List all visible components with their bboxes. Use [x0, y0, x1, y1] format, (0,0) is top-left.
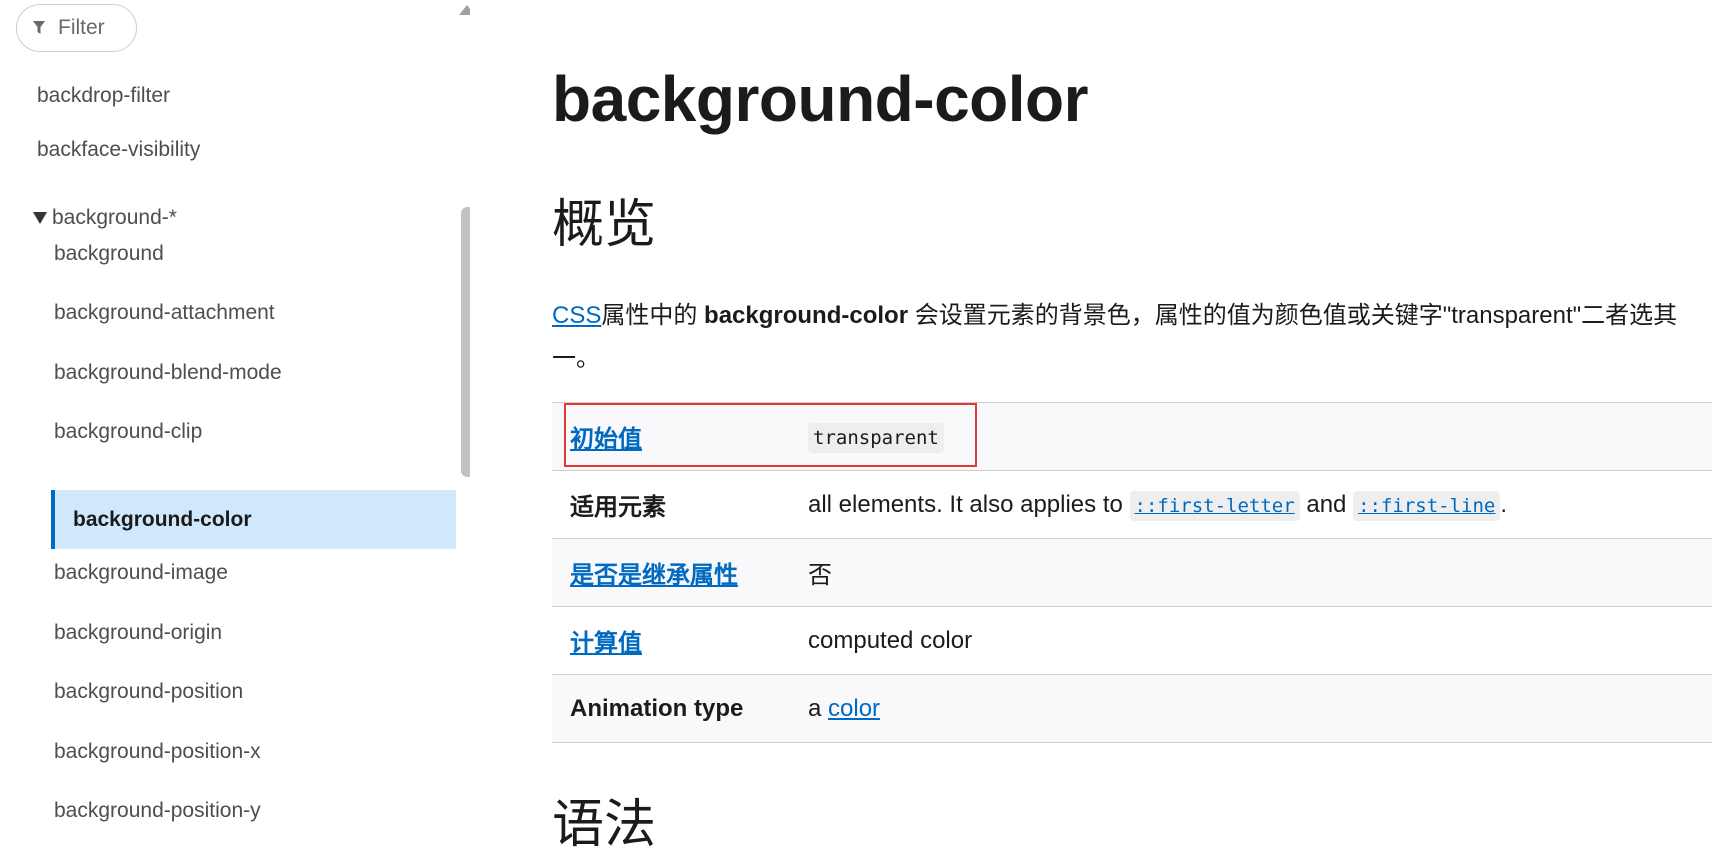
- sidebar-group-label: background-*: [52, 206, 177, 229]
- sidebar-item-background-blend-mode[interactable]: background-blend-mode: [54, 361, 282, 385]
- table-row-inherited: 是否是继承属性 否: [552, 538, 1712, 607]
- sidebar-item-backface-visibility[interactable]: backface-visibility: [37, 138, 200, 162]
- filter-icon: [33, 21, 45, 34]
- applies-to-text-2: and: [1299, 490, 1354, 518]
- initial-value-link[interactable]: 初始值: [570, 426, 642, 453]
- first-letter-link[interactable]: ::first-letter: [1129, 490, 1300, 521]
- table-row-applies-to: 适用元素 all elements. It also applies to ::…: [552, 470, 1712, 539]
- sidebar-group-background[interactable]: background-*: [33, 206, 177, 230]
- computed-value-link[interactable]: 计算值: [570, 630, 642, 657]
- applies-to-text-3: .: [1500, 490, 1508, 518]
- filter-placeholder: Filter: [58, 16, 105, 39]
- inherited-value: 否: [808, 538, 1712, 607]
- applies-to-text-1: all elements. It also applies to: [808, 490, 1130, 518]
- animation-prefix: a: [808, 694, 829, 722]
- sidebar-item-background-clip[interactable]: background-clip: [54, 420, 202, 444]
- sidebar-item-background-position-x[interactable]: background-position-x: [54, 740, 261, 764]
- properties-table: 初始值 transparent 适用元素 all elements. It al…: [552, 402, 1712, 743]
- main-content: background-color 概览 CSS属性中的 background-c…: [552, 0, 1728, 855]
- sidebar-item-background-color[interactable]: background-color: [51, 490, 456, 549]
- scroll-up-arrow-icon[interactable]: [459, 5, 470, 15]
- sidebar-item-background-position-y[interactable]: background-position-y: [54, 799, 261, 823]
- sidebar-item-background-image[interactable]: background-image: [54, 561, 228, 585]
- intro-bold-term: background-color: [704, 302, 909, 329]
- triangle-down-icon: [33, 212, 47, 224]
- table-row-computed-value: 计算值 computed color: [552, 606, 1712, 675]
- filter-input[interactable]: Filter: [16, 4, 137, 52]
- sidebar: Filter backdrop-filter backface-visibili…: [0, 0, 470, 837]
- overview-heading: 概览: [552, 195, 657, 255]
- table-row-initial-value: 初始值 transparent: [552, 402, 1712, 471]
- intro-paragraph: CSS属性中的 background-color 会设置元素的背景色，属性的值为…: [552, 294, 1692, 380]
- sidebar-item-background-origin[interactable]: background-origin: [54, 621, 222, 645]
- color-link[interactable]: color: [828, 695, 880, 722]
- syntax-heading: 语法: [552, 795, 657, 855]
- animation-type-label: Animation type: [552, 674, 808, 743]
- sidebar-item-background-position[interactable]: background-position: [54, 680, 243, 704]
- page-title: background-color: [552, 63, 1089, 135]
- intro-text-1: 属性中的: [601, 302, 705, 329]
- sidebar-item-background[interactable]: background: [54, 242, 164, 266]
- sidebar-item-backdrop-filter[interactable]: backdrop-filter: [37, 84, 170, 108]
- computed-value: computed color: [808, 606, 1712, 675]
- initial-value-code: transparent: [808, 422, 944, 453]
- applies-to-label: 适用元素: [552, 470, 808, 539]
- sidebar-scrollbar-thumb[interactable]: [461, 207, 470, 477]
- first-line-link[interactable]: ::first-line: [1353, 490, 1501, 521]
- inherited-link[interactable]: 是否是继承属性: [570, 562, 738, 589]
- css-link[interactable]: CSS: [552, 302, 601, 329]
- sidebar-item-background-attachment[interactable]: background-attachment: [54, 301, 275, 325]
- table-row-animation-type: Animation type a color: [552, 674, 1712, 743]
